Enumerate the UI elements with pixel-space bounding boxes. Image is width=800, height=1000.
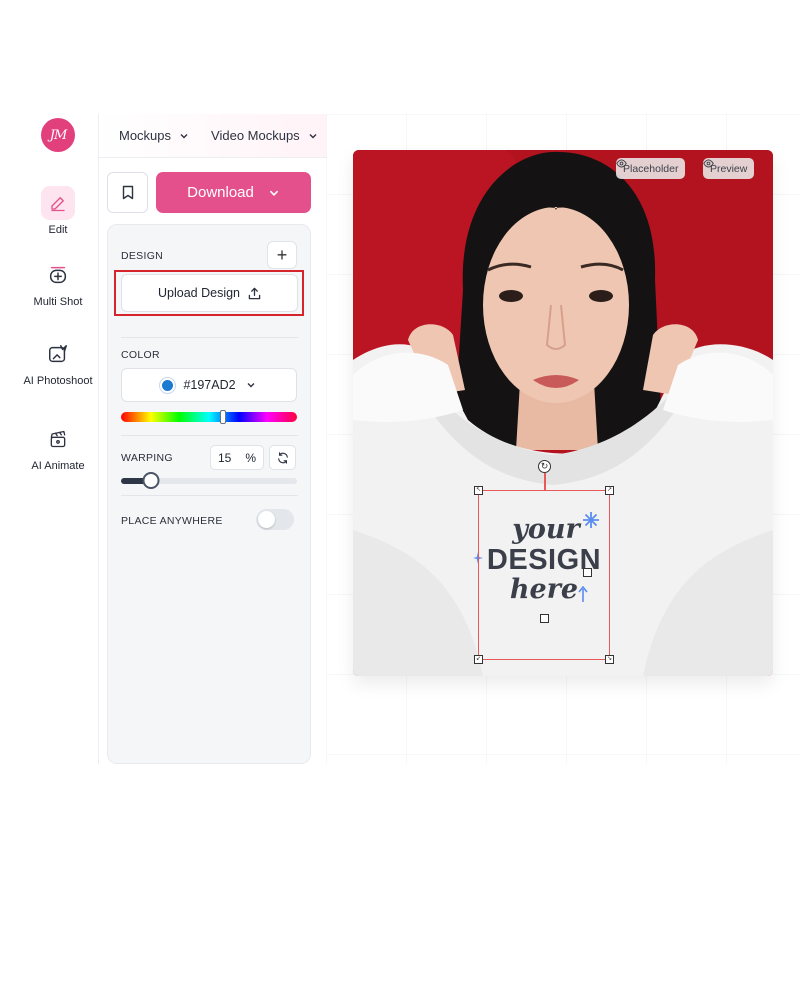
design-section-label: DESIGN	[121, 250, 164, 262]
resize-handle-top-right[interactable]: ↗	[605, 486, 614, 495]
sidebar-item-edit[interactable]: Edit	[18, 186, 98, 237]
mockup-preview[interactable]: Placeholder Preview ↻ your DESIGN here ↖…	[353, 150, 773, 676]
rotate-handle[interactable]: ↻	[538, 460, 551, 473]
hue-slider[interactable]	[121, 410, 297, 424]
divider	[121, 435, 298, 436]
warping-input[interactable]: 15 %	[210, 445, 264, 470]
settings-card: DESIGN + Upload Design COLOR #197AD2 WAR…	[107, 224, 311, 764]
nav-item-label: Video Mockups	[211, 128, 300, 143]
warping-reset-button[interactable]	[269, 445, 296, 470]
bookmark-icon	[122, 185, 133, 200]
design-bounding-box[interactable]: ↖ ↗ ↙ ↘	[474, 486, 614, 664]
plus-icon: +	[276, 244, 288, 265]
bookmark-button[interactable]	[107, 172, 148, 213]
editor-panel: Mockups Video Mockups Download DESIGN + …	[98, 114, 327, 764]
sidebar-item-label: AI Photoshoot	[23, 375, 93, 387]
warping-value: 15	[217, 450, 232, 465]
warp-handle-bottom[interactable]	[540, 614, 549, 623]
upload-icon	[248, 287, 261, 299]
divider	[121, 337, 298, 338]
clapperboard-icon	[41, 422, 75, 456]
nav-item-mockups[interactable]: Mockups	[119, 128, 189, 143]
chevron-down-icon	[247, 383, 255, 388]
sidebar-item-multi-shot[interactable]: Multi Shot	[18, 258, 98, 309]
chevron-down-icon	[309, 133, 317, 138]
pencil-icon	[41, 186, 75, 220]
nav-item-label: Mockups	[119, 128, 172, 143]
download-button[interactable]: Download	[156, 172, 311, 213]
nav-item-video-mockups[interactable]: Video Mockups	[211, 128, 318, 143]
warping-section-label: WARPING	[121, 452, 173, 464]
download-label: Download	[187, 184, 254, 201]
warping-unit: %	[245, 450, 256, 465]
sidebar-item-ai-photoshoot[interactable]: AI Photoshoot	[18, 337, 98, 388]
resize-handle-bottom-left[interactable]: ↙	[474, 655, 483, 664]
chevron-down-icon	[180, 133, 188, 138]
placeholder-button[interactable]: Placeholder	[616, 158, 686, 179]
preview-label: Preview	[710, 162, 748, 175]
place-anywhere-label: PLACE ANYWHERE	[121, 515, 223, 527]
sidebar-item-label: Multi Shot	[33, 296, 83, 308]
placeholder-label: Placeholder	[623, 162, 679, 175]
app-logo[interactable]: JM	[41, 118, 75, 152]
add-design-button[interactable]: +	[267, 241, 297, 269]
chevron-down-icon	[269, 190, 279, 196]
refresh-icon	[277, 451, 288, 464]
warping-slider[interactable]	[121, 472, 297, 489]
sidebar-item-ai-animate[interactable]: AI Animate	[18, 422, 98, 473]
eye-icon	[616, 159, 627, 168]
preview-button[interactable]: Preview	[703, 158, 755, 179]
rotation-line	[544, 473, 546, 490]
upload-design-button[interactable]: Upload Design	[121, 274, 298, 312]
color-section-label: COLOR	[121, 349, 160, 361]
multi-shot-icon	[41, 258, 75, 292]
color-value: #197AD2	[183, 378, 236, 392]
warping-slider-thumb[interactable]	[142, 472, 160, 489]
resize-handle-bottom-right[interactable]: ↘	[605, 655, 614, 664]
sidebar-item-label: AI Animate	[31, 460, 85, 472]
toggle-knob	[258, 511, 275, 528]
warp-handle-right[interactable]	[583, 568, 592, 577]
color-select[interactable]: #197AD2	[121, 368, 297, 402]
logo-text: JM	[49, 127, 68, 143]
eye-icon	[703, 159, 714, 168]
upload-label: Upload Design	[158, 286, 240, 300]
ai-photoshoot-icon	[41, 337, 75, 371]
top-navigation: Mockups Video Mockups	[99, 114, 327, 158]
sidebar-item-label: Edit	[48, 224, 68, 236]
color-swatch	[162, 379, 174, 391]
hue-slider-thumb[interactable]	[220, 410, 227, 424]
resize-handle-top-left[interactable]: ↖	[474, 486, 483, 495]
divider	[121, 495, 298, 496]
place-anywhere-toggle[interactable]	[256, 509, 294, 530]
